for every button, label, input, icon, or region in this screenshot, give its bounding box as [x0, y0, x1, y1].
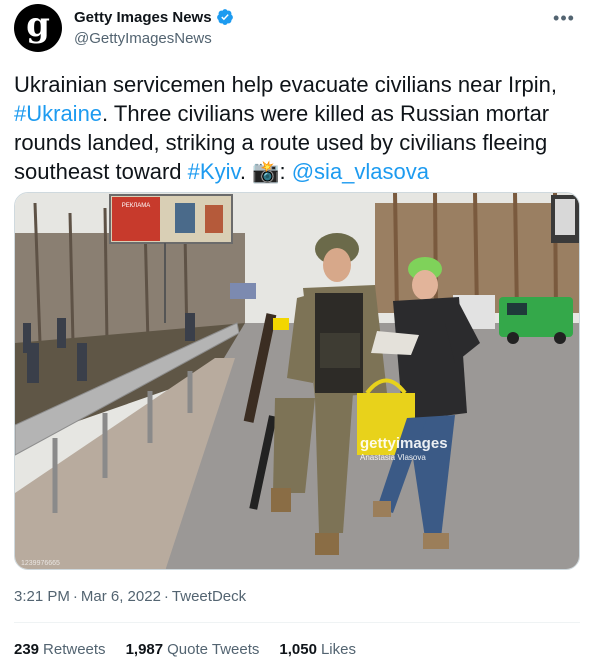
author-handle[interactable]: @GettyImagesNews: [74, 30, 212, 47]
quote-tweets-label: Quote Tweets: [167, 641, 260, 658]
watermark-logo: gettyimages: [360, 435, 448, 452]
stats-divider: [14, 622, 580, 623]
more-icon[interactable]: •••: [550, 4, 578, 32]
author-name-row: Getty Images News: [74, 8, 234, 26]
tweet-client[interactable]: TweetDeck: [172, 588, 246, 605]
engagement-stats: 239 Retweets 1,987 Quote Tweets 1,050 Likes: [14, 641, 356, 658]
meta-separator: ·: [163, 588, 169, 605]
quote-tweets-count: 1,987: [125, 641, 164, 658]
quote-tweets-stat[interactable]: 1,987 Quote Tweets: [126, 641, 260, 658]
billboard-text: РЕКЛАМА: [122, 203, 150, 209]
tweet-meta: 3:21 PM · Mar 6, 2022 · TweetDeck: [14, 588, 246, 605]
watermark-image-id: 1239976665: [21, 560, 60, 567]
photo-billboard-figure: [205, 205, 223, 233]
verified-badge-icon: [216, 9, 233, 25]
hashtag-ukraine-link[interactable]: #Ukraine: [14, 101, 102, 126]
photo-van-window: [507, 303, 527, 315]
tweet-text-part: .: [239, 159, 253, 184]
photo-billboard-figure: [175, 203, 195, 233]
tweet-time[interactable]: 3:21 PM: [14, 588, 70, 605]
likes-count: 1,050: [279, 641, 317, 658]
tweet-date[interactable]: Mar 6, 2022: [81, 588, 161, 605]
likes-label: Likes: [320, 641, 356, 658]
retweets-stat[interactable]: 239 Retweets: [14, 641, 106, 658]
hashtag-kyiv-link[interactable]: #Kyiv: [188, 159, 240, 184]
tweet-text-part: Ukrainian servicemen help evacuate civil…: [14, 72, 557, 97]
photo-van-wheel: [554, 332, 566, 344]
photo-right-sign-face: [555, 199, 575, 235]
likes-stat[interactable]: 1,050 Likes: [279, 641, 356, 658]
mention-link[interactable]: @sia_vlasova: [292, 159, 429, 184]
tweet-text: Ukrainian servicemen help evacuate civil…: [14, 70, 580, 186]
meta-separator: ·: [72, 588, 78, 605]
author-avatar[interactable]: g: [14, 4, 62, 52]
camera-emoji-icon: 📸: [252, 159, 280, 184]
retweets-label: Retweets: [43, 641, 106, 658]
retweets-count: 239: [14, 641, 40, 658]
photo-van-wheel: [507, 332, 519, 344]
photo-distant-truck: [230, 283, 256, 299]
watermark-credit: Anastasia Vlasova: [360, 453, 426, 462]
avatar-letter: g: [26, 5, 50, 45]
photo-illustration: РЕКЛАМА gettyimages Anastasia Vlasova 12…: [15, 193, 579, 569]
tweet-photo[interactable]: РЕКЛАМА gettyimages Anastasia Vlasova 12…: [14, 192, 580, 570]
tweet-text-part: :: [279, 159, 292, 184]
author-display-name[interactable]: Getty Images News: [74, 9, 212, 26]
